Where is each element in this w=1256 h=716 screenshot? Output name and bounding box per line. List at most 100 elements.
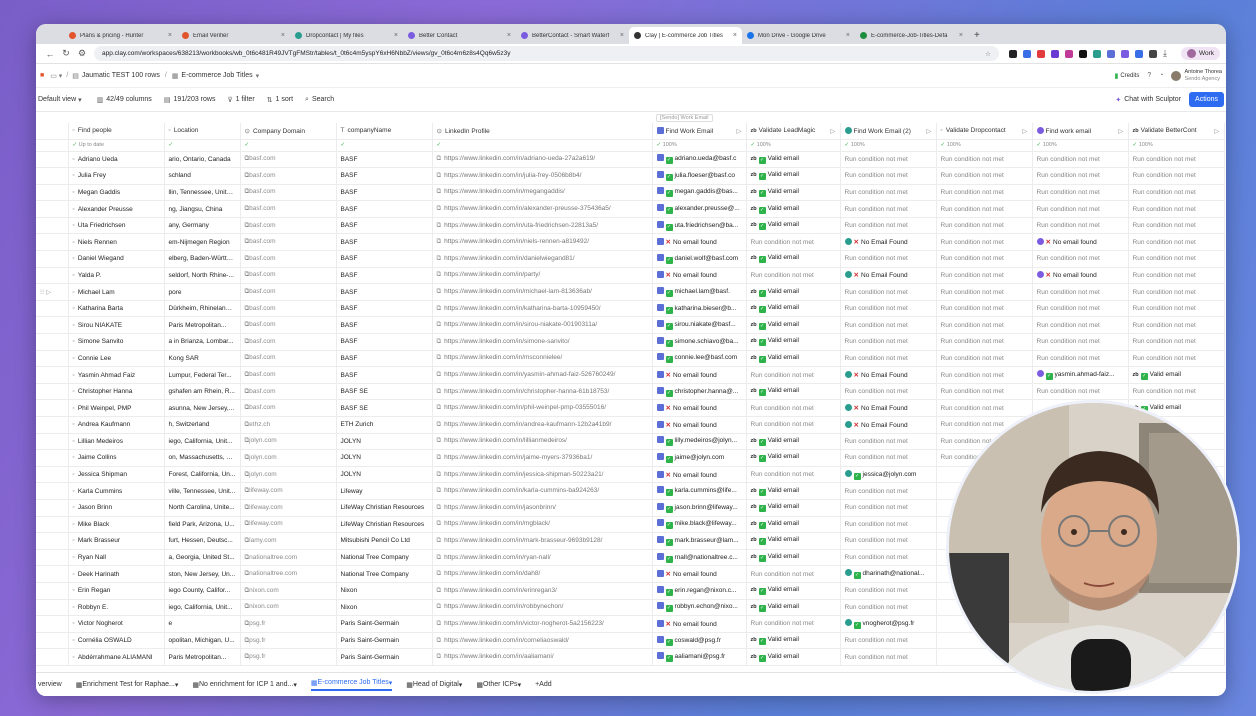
- table-cell[interactable]: Paris Saint-Germain: [336, 632, 433, 650]
- table-cell[interactable]: zb✓Valid email: [746, 449, 841, 467]
- table-cell[interactable]: Run condition not met: [840, 599, 937, 617]
- table-cell[interactable]: Run condition not met: [840, 582, 937, 600]
- table-cell[interactable]: National Tree Company: [336, 549, 433, 567]
- table-cell[interactable]: Run condition not met: [746, 233, 841, 252]
- table-cell[interactable]: Run condition not met: [936, 333, 1033, 351]
- table-cell[interactable]: ◦ Megan Gaddis: [68, 184, 165, 202]
- table-cell[interactable]: ⧉ https://www.linkedin.com/in/corneliaosw…: [432, 632, 653, 650]
- table-cell[interactable]: ⧉basf.com: [240, 217, 337, 235]
- table-cell[interactable]: on, Massachusetts, U...: [164, 449, 241, 467]
- table-cell[interactable]: ⧉nixon.com: [240, 599, 337, 617]
- table-cell[interactable]: ✓ christopher.hanna@...: [652, 383, 747, 401]
- table-cell[interactable]: ◦ Deek Harinath: [68, 565, 165, 583]
- browser-tab[interactable]: BetterContact - Smart Waterf ×: [516, 27, 629, 44]
- row-selector-cell[interactable]: [36, 383, 69, 401]
- table-cell[interactable]: zb✓Valid email: [746, 350, 841, 368]
- table-cell[interactable]: ◦ Uta Friedrichsen: [68, 217, 165, 235]
- column-header[interactable]: Find work email ▷: [1032, 123, 1129, 140]
- table-cell[interactable]: Run condition not met: [746, 416, 841, 434]
- table-cell[interactable]: Run condition not met: [1128, 283, 1225, 301]
- new-tab-icon[interactable]: +: [968, 30, 980, 44]
- table-cell[interactable]: Paris Metropolitan...: [164, 316, 241, 335]
- table-cell[interactable]: Run condition not met: [1128, 333, 1225, 351]
- table-row[interactable]: ◦ Niels Rennen em-Nijmegen Region ⧉basf.com…: [36, 233, 1225, 252]
- table-cell[interactable]: ⧉ https://www.linkedin.com/in/megangaddis…: [432, 184, 653, 202]
- column-header[interactable]: ◦ Location: [164, 123, 241, 140]
- table-cell[interactable]: BASF: [336, 366, 433, 384]
- table-cell[interactable]: Run condition not met: [936, 233, 1033, 252]
- table-cell[interactable]: zb✓Valid email: [746, 599, 841, 617]
- table-cell[interactable]: ⧉basf.com: [240, 250, 337, 268]
- table-cell[interactable]: ⧉ https://www.linkedin.com/in/christopher…: [432, 383, 653, 401]
- column-header[interactable]: zb Validate BetterCont ▷: [1128, 123, 1225, 140]
- table-row[interactable]: ◦ Christopher Hanna gshafen am Rhein, R...…: [36, 383, 1225, 401]
- table-cell[interactable]: ⧉nationaltree.com: [240, 565, 337, 583]
- table-cell[interactable]: ◦ Jason Brinn: [68, 499, 165, 517]
- table-cell[interactable]: ✓ vnogherot@psg.fr: [840, 615, 937, 633]
- table-cell[interactable]: ⧉lifeway.com: [240, 482, 337, 500]
- row-selector-cell[interactable]: [36, 482, 69, 500]
- table-cell[interactable]: ⧉basf.com: [240, 167, 337, 185]
- table-cell[interactable]: ⧉basf.com: [240, 383, 337, 401]
- row-selector-cell[interactable]: [36, 466, 69, 484]
- table-cell[interactable]: Run condition not met: [1032, 184, 1129, 202]
- table-cell[interactable]: zb✓Valid email: [746, 648, 841, 666]
- table-cell[interactable]: ⧉ https://www.linkedin.com/in/adriano-ued…: [432, 151, 653, 169]
- table-cell[interactable]: BASF: [336, 333, 433, 351]
- table-cell[interactable]: ◦ Jessica Shipman: [68, 466, 165, 484]
- extension-icon[interactable]: [1036, 49, 1045, 58]
- row-selector-cell[interactable]: [36, 233, 69, 252]
- table-cell[interactable]: any, Germany: [164, 217, 241, 235]
- table-cell[interactable]: ⧉ https://www.linkedin.com/in/party/: [432, 267, 653, 285]
- extension-icon[interactable]: [1022, 49, 1031, 58]
- table-cell[interactable]: ✕ No email found: [652, 615, 747, 633]
- table-cell[interactable]: ⧉psg.fr: [240, 648, 337, 666]
- sheet-tab[interactable]: ▦ Head of Digital ▾: [406, 681, 462, 689]
- table-cell[interactable]: ✓ karla.cummins@life...: [652, 482, 747, 500]
- table-cell[interactable]: ✕ No email found: [1032, 267, 1129, 285]
- table-cell[interactable]: BASF: [336, 217, 433, 235]
- table-cell[interactable]: Run condition not met: [840, 167, 937, 185]
- table-cell[interactable]: ◦ Lillian Medeiros: [68, 433, 165, 451]
- table-cell[interactable]: North Carolina, Unite...: [164, 499, 241, 517]
- table-cell[interactable]: ✕ No Email Found: [840, 416, 937, 434]
- table-cell[interactable]: Run condition not met: [1128, 217, 1225, 235]
- table-cell[interactable]: ✕ No Email Found: [840, 233, 937, 252]
- table-row[interactable]: ◦ Daniel Wiegand elberg, Baden-Württe... ⧉b…: [36, 250, 1225, 268]
- table-cell[interactable]: Run condition not met: [840, 383, 937, 401]
- table-cell[interactable]: Run condition not met: [840, 482, 937, 500]
- back-icon[interactable]: ←: [42, 49, 58, 59]
- table-cell[interactable]: zb✓Valid email: [746, 283, 841, 301]
- table-cell[interactable]: ✕ No email found: [652, 366, 747, 384]
- table-cell[interactable]: zb✓Valid email: [746, 151, 841, 169]
- table-cell[interactable]: Run condition not met: [840, 433, 937, 451]
- column-header[interactable]: TcompanyName: [336, 123, 433, 140]
- table-cell[interactable]: Lumpur, Federal Ter...: [164, 366, 241, 384]
- sheet-tab[interactable]: ▦ No enrichment for ICP 1 and... ▾: [192, 681, 297, 689]
- table-cell[interactable]: Run condition not met: [936, 250, 1033, 268]
- table-cell[interactable]: Run condition not met: [840, 449, 937, 467]
- table-cell[interactable]: ◦ Mike Black: [68, 516, 165, 534]
- drag-handle-icon[interactable]: ⁝⁝ ▷: [40, 289, 51, 296]
- table-cell[interactable]: JOLYN: [336, 449, 433, 467]
- table-cell[interactable]: ◦ Niels Rennen: [68, 233, 165, 252]
- chat-sculptor-button[interactable]: ✦ Chat with Sculptor: [1115, 96, 1181, 104]
- table-cell[interactable]: ⧉psg.fr: [240, 615, 337, 633]
- table-cell[interactable]: BASF: [336, 151, 433, 169]
- column-header[interactable]: Find Work Email ▷: [652, 123, 747, 140]
- row-selector-cell[interactable]: [36, 549, 69, 567]
- search-button[interactable]: ⌕ Search: [305, 96, 334, 104]
- table-cell[interactable]: zb✓Valid email: [746, 333, 841, 351]
- table-cell[interactable]: ⧉basf.com: [240, 267, 337, 285]
- run-column-icon[interactable]: ▷: [927, 127, 932, 135]
- table-cell[interactable]: Run condition not met: [840, 283, 937, 301]
- overview-tab[interactable]: verview: [38, 681, 62, 688]
- table-cell[interactable]: ville, Tennessee, Unit...: [164, 482, 241, 500]
- table-cell[interactable]: zb✓Valid email: [746, 316, 841, 335]
- close-tab-icon[interactable]: ×: [846, 32, 850, 39]
- chevron-down-icon[interactable]: ▾: [256, 72, 260, 80]
- browser-tab[interactable]: Clay | E-commerce Job Titles ×: [629, 27, 742, 44]
- table-cell[interactable]: ⧉ https://www.linkedin.com/in/sirou-niaka…: [432, 316, 653, 335]
- row-selector-cell[interactable]: [36, 516, 69, 534]
- table-cell[interactable]: Run condition not met: [1128, 233, 1225, 252]
